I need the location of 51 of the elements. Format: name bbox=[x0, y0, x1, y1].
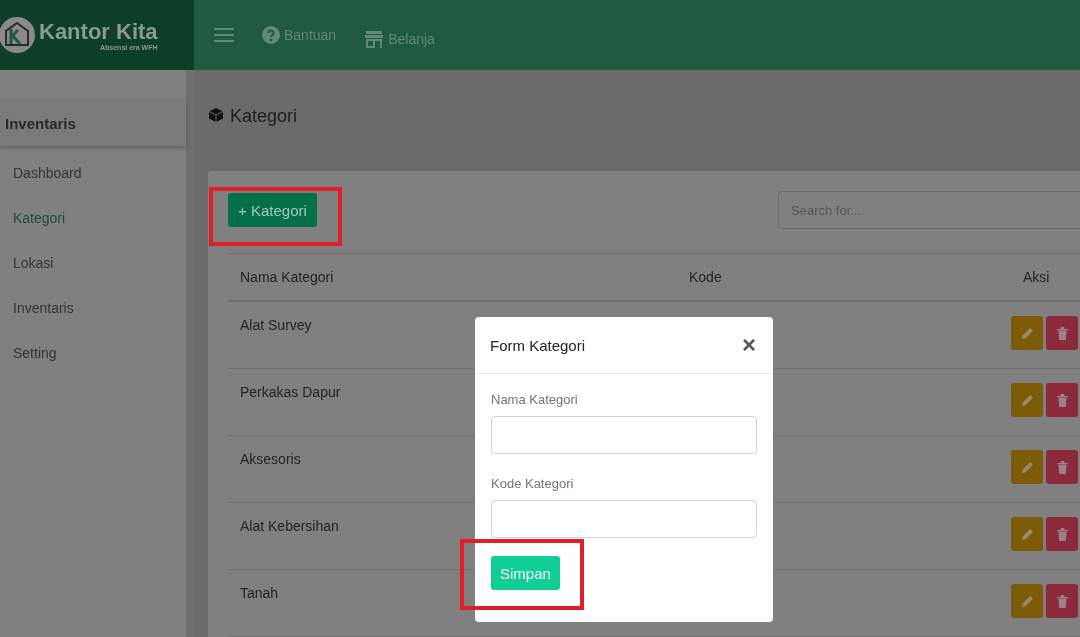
column-header: Nama Kategori bbox=[239, 269, 335, 285]
pencil-icon bbox=[1020, 460, 1034, 474]
sidebar-item[interactable]: Lokasi bbox=[0, 240, 186, 285]
table-cell: Alat Kebersihan bbox=[240, 518, 339, 534]
column-header: Aksi bbox=[1022, 269, 1051, 285]
table-cell: Aksesoris bbox=[240, 451, 301, 467]
dialog-title: Form Kategori bbox=[490, 336, 586, 354]
trash-icon bbox=[1056, 527, 1068, 541]
trash-icon bbox=[1056, 594, 1068, 608]
input-field[interactable] bbox=[491, 500, 757, 538]
save-button[interactable]: Simpan bbox=[491, 556, 560, 590]
delete-button[interactable] bbox=[1046, 316, 1078, 350]
sidebar-section-header[interactable]: Inventaris bbox=[0, 100, 186, 146]
add-category-button[interactable]: + Kategori bbox=[228, 193, 317, 227]
table-cell: Perkakas Dapur bbox=[240, 384, 341, 400]
nav-link[interactable]: Bantuan bbox=[262, 26, 337, 44]
brand-name: Kantor Kita bbox=[39, 19, 158, 44]
trash-icon bbox=[1056, 326, 1068, 340]
delete-button[interactable] bbox=[1046, 383, 1078, 417]
column-header: Kode bbox=[688, 269, 723, 285]
pencil-icon bbox=[1020, 326, 1034, 340]
sidebar-item[interactable]: Inventaris bbox=[0, 285, 186, 330]
help-icon bbox=[262, 26, 280, 44]
table-cell: Tanah bbox=[240, 585, 279, 601]
store-icon bbox=[364, 29, 385, 49]
pencil-icon bbox=[1020, 594, 1034, 608]
trash-icon bbox=[1056, 393, 1068, 407]
delete-button[interactable] bbox=[1046, 517, 1078, 551]
nav-link[interactable]: Belanja bbox=[364, 29, 435, 49]
edit-button[interactable] bbox=[1011, 316, 1043, 350]
pencil-icon bbox=[1020, 527, 1034, 541]
table-cell: Alat Survey bbox=[240, 317, 312, 333]
trash-icon bbox=[1056, 460, 1068, 474]
sidebar-item[interactable]: Setting bbox=[0, 330, 186, 375]
close-button[interactable]: × bbox=[740, 334, 758, 356]
page-title: Kategori bbox=[230, 107, 298, 125]
delete-button[interactable] bbox=[1046, 450, 1078, 484]
sidebar-item[interactable]: Kategori bbox=[0, 195, 186, 240]
edit-button[interactable] bbox=[1011, 584, 1043, 618]
delete-button[interactable] bbox=[1046, 584, 1078, 618]
house-logo-icon bbox=[0, 17, 35, 53]
field-label: Kode Kategori bbox=[491, 476, 575, 491]
edit-button[interactable] bbox=[1011, 383, 1043, 417]
input-field[interactable] bbox=[491, 416, 757, 454]
edit-button[interactable] bbox=[1011, 517, 1043, 551]
edit-button[interactable] bbox=[1011, 450, 1043, 484]
pencil-icon bbox=[1020, 393, 1034, 407]
field-label: Nama Kategori bbox=[491, 392, 579, 407]
sidebar-item[interactable]: Dashboard bbox=[0, 150, 186, 195]
box-icon bbox=[208, 107, 224, 123]
menu-icon[interactable] bbox=[214, 28, 234, 42]
